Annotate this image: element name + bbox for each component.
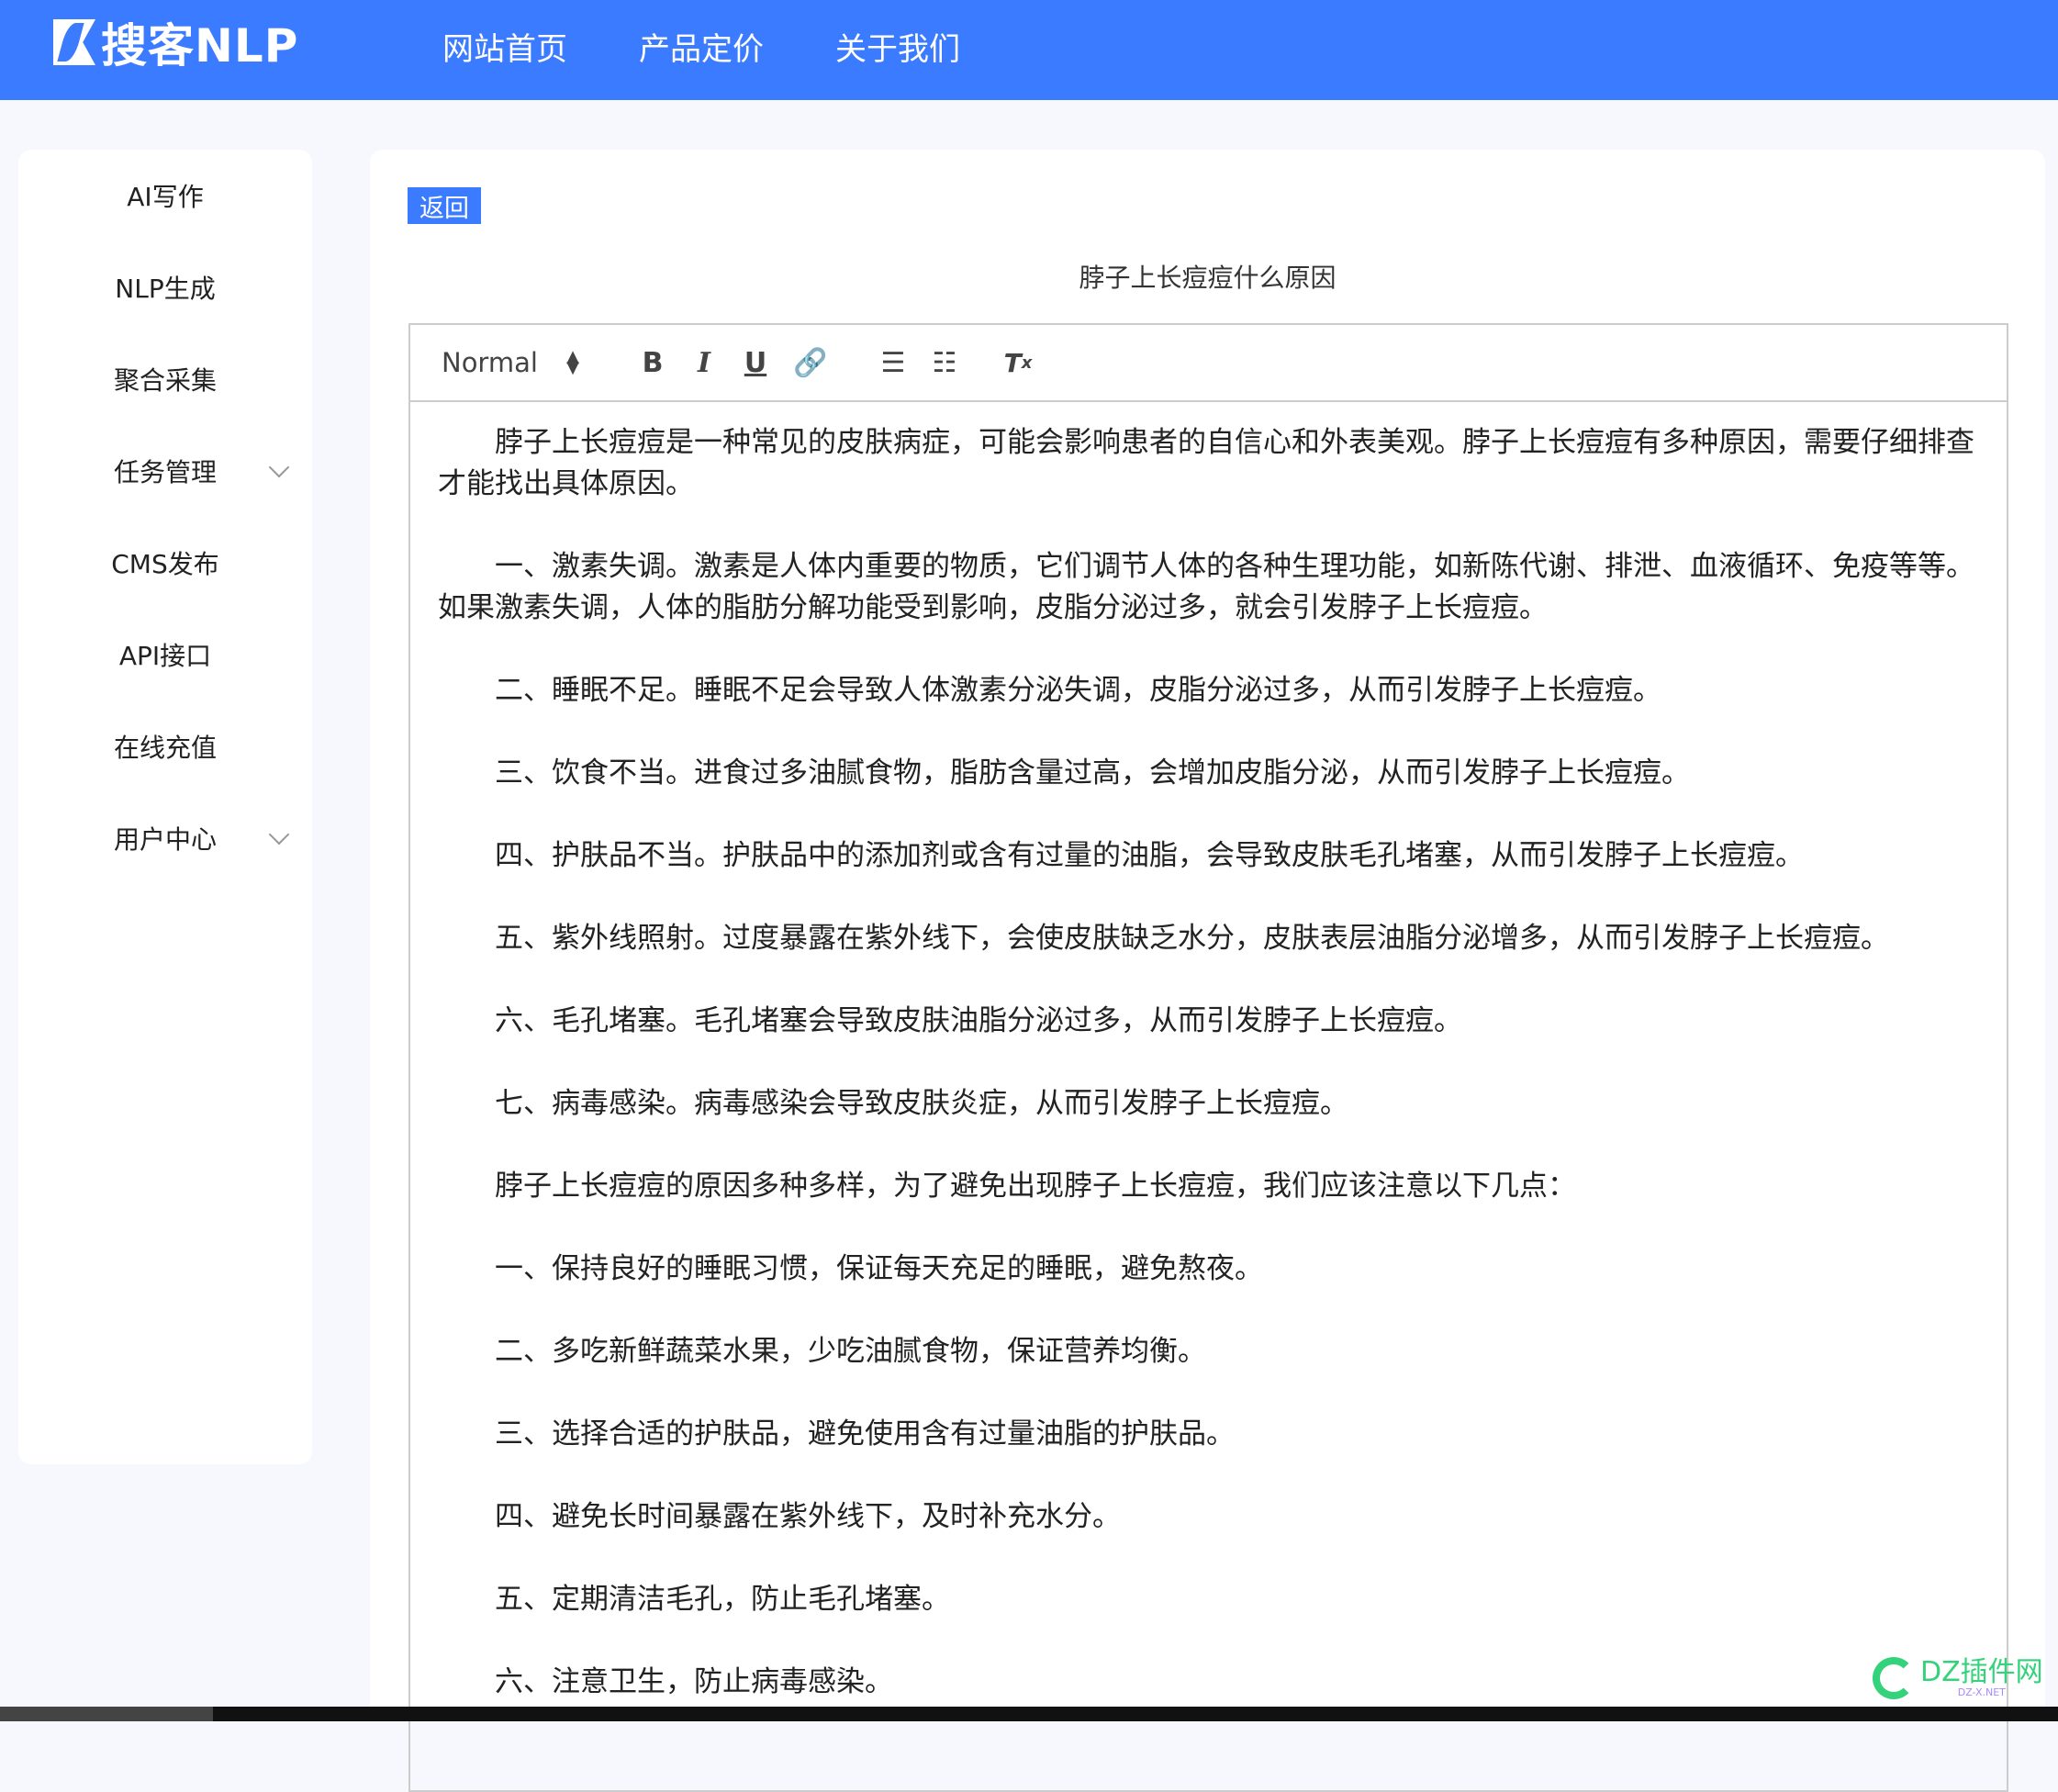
sidebar-item-label: CMS发布 <box>111 549 219 579</box>
format-select-value: Normal <box>442 347 538 378</box>
bold-icon[interactable]: B <box>634 344 671 381</box>
top-header: 搜客NLP 网站首页 产品定价 关于我们 <box>0 0 2058 100</box>
watermark: DZ插件网 DZ-X.NET <box>1873 1657 2043 1699</box>
paragraph: 脖子上长痘痘是一种常见的皮肤病症，可能会影响患者的自信心和外表美观。脖子上长痘痘… <box>438 426 1974 500</box>
editor-content[interactable]: 脖子上长痘痘是一种常见的皮肤病症，可能会影响患者的自信心和外表美观。脖子上长痘痘… <box>410 402 2007 1703</box>
paragraph: 四、避免长时间暴露在紫外线下，及时补充水分。 <box>495 1500 1121 1533</box>
updown-icon: ▲ ▼ <box>566 347 579 377</box>
format-select[interactable]: Normal ▲ ▼ <box>442 347 579 378</box>
article-title: 脖子上长痘痘什么原因 <box>1079 263 1337 293</box>
sidebar-item[interactable]: NLP生成 <box>18 241 312 333</box>
paragraph: 四、护肤品不当。护肤品中的添加剂或含有过量的油脂，会导致皮肤毛孔堵塞，从而引发脖… <box>495 839 1804 872</box>
sidebar-item[interactable]: 在线充值 <box>18 700 312 792</box>
logo[interactable]: 搜客NLP <box>53 18 298 73</box>
rich-text-editor: Normal ▲ ▼ B I U 🔗 ☰ ☷ Tx 脖子上长痘痘是一种常见的皮肤病症… <box>408 323 2008 1792</box>
sidebar-item[interactable]: CMS发布 <box>18 517 312 609</box>
top-nav: 网站首页 产品定价 关于我们 <box>442 24 960 69</box>
sidebar-item[interactable]: 聚合采集 <box>18 333 312 425</box>
check-logo-icon <box>1873 1657 1915 1699</box>
paragraph: 三、选择合适的护肤品，避免使用含有过量油脂的护肤品。 <box>495 1417 1235 1450</box>
paragraph: 七、病毒感染。病毒感染会导致皮肤炎症，从而引发脖子上长痘痘。 <box>495 1087 1348 1120</box>
sidebar-item[interactable]: AI写作 <box>18 150 312 241</box>
sidebar-item-label: 在线充值 <box>113 733 217 763</box>
paragraph: 三、饮食不当。进食过多油腻食物，脂肪含量过高，会增加皮脂分泌，从而引发脖子上长痘… <box>495 756 1690 790</box>
nav-home[interactable]: 网站首页 <box>442 24 567 69</box>
nav-about[interactable]: 关于我们 <box>835 24 960 69</box>
paragraph: 脖子上长痘痘的原因多种多样，为了避免出现脖子上长痘痘，我们应该注意以下几点： <box>495 1170 1576 1203</box>
sidebar-item[interactable]: 任务管理 <box>18 425 312 517</box>
sidebar: AI写作 NLP生成聚合采集任务管理 CMS发布 API接口在线充值用户中心 <box>18 150 312 1464</box>
underline-icon[interactable]: U <box>737 344 774 381</box>
paragraph: 五、定期清洁毛孔，防止毛孔堵塞。 <box>495 1583 950 1616</box>
logo-icon <box>53 19 95 65</box>
paragraph: 二、睡眠不足。睡眠不足会导致人体激素分泌失调，皮脂分泌过多，从而引发脖子上长痘痘… <box>495 674 1661 707</box>
paragraph: 二、多吃新鲜蔬菜水果，少吃油腻食物，保证营养均衡。 <box>495 1335 1206 1368</box>
paragraph: 一、保持良好的睡眠习惯，保证每天充足的睡眠，避免熬夜。 <box>495 1252 1263 1285</box>
sidebar-item[interactable]: API接口 <box>18 609 312 700</box>
editor-toolbar: Normal ▲ ▼ B I U 🔗 ☰ ☷ Tx <box>410 325 2007 402</box>
link-icon[interactable]: 🔗 <box>792 344 829 381</box>
sidebar-item-label: API接口 <box>118 641 212 671</box>
sidebar-item-label: 用户中心 <box>113 824 217 855</box>
logo-text: 搜客NLP <box>101 19 299 73</box>
ordered-list-icon[interactable]: ☰ <box>875 344 912 381</box>
bullet-list-icon[interactable]: ☷ <box>926 344 963 381</box>
paragraph: 一、激素失调。激素是人体内重要的物质，它们调节人体的各种生理功能，如新陈代谢、排… <box>438 550 1974 624</box>
scrollbar-thumb[interactable] <box>0 1707 213 1721</box>
sidebar-item-label: NLP生成 <box>115 274 216 304</box>
sidebar-item-label: 任务管理 <box>113 457 217 487</box>
paragraph: 六、注意卫生，防止病毒感染。 <box>495 1665 893 1698</box>
clear-format-icon[interactable]: Tx <box>1000 344 1036 381</box>
sidebar-item[interactable]: 用户中心 <box>18 792 312 884</box>
paragraph: 五、紫外线照射。过度暴露在紫外线下，会使皮肤缺乏水分，皮肤表层油脂分泌增多，从而… <box>495 922 1889 955</box>
back-button[interactable]: 返回 <box>408 187 481 224</box>
italic-icon[interactable]: I <box>686 344 722 381</box>
chevron-down-icon <box>268 456 290 478</box>
main-panel: 返回 脖子上长痘痘什么原因 Normal ▲ ▼ B I U 🔗 ☰ ☷ Tx 脖子… <box>370 150 2045 1792</box>
sidebar-item-label: 聚合采集 <box>113 365 217 396</box>
nav-pricing[interactable]: 产品定价 <box>639 24 764 69</box>
sidebar-item-label: AI写作 <box>127 182 204 212</box>
bottom-scrollbar[interactable] <box>0 1707 2058 1721</box>
paragraph: 六、毛孔堵塞。毛孔堵塞会导致皮肤油脂分泌过多，从而引发脖子上长痘痘。 <box>495 1004 1462 1037</box>
watermark-text: DZ插件网 <box>1920 1655 2043 1688</box>
chevron-down-icon <box>268 823 290 846</box>
